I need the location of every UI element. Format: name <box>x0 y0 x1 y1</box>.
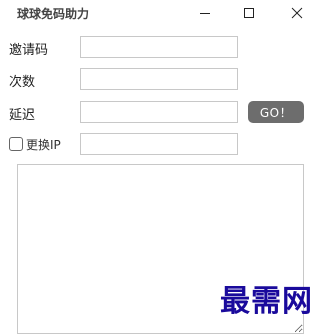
minimize-button[interactable] <box>182 0 228 26</box>
minimize-icon <box>200 13 210 14</box>
count-field[interactable] <box>80 68 238 90</box>
invite-code-field[interactable] <box>80 36 238 58</box>
close-icon <box>291 7 303 19</box>
window-title: 球球免码助力 <box>17 7 90 21</box>
change-ip-checkbox-wrap[interactable]: 更换IP <box>9 135 61 153</box>
delay-label: 延迟 <box>9 108 36 123</box>
count-label: 次数 <box>9 75 36 90</box>
maximize-button[interactable] <box>226 0 272 26</box>
change-ip-checkbox[interactable] <box>9 137 23 151</box>
close-button[interactable] <box>274 0 320 26</box>
title-bar: 球球免码助力 <box>0 0 334 26</box>
invite-code-label: 邀请码 <box>9 43 49 58</box>
change-ip-label: 更换IP <box>26 137 61 152</box>
go-button[interactable]: GO！ <box>248 101 304 123</box>
watermark-text: 最需网 <box>220 284 313 319</box>
ip-field[interactable] <box>80 133 238 155</box>
delay-field[interactable] <box>80 101 238 123</box>
maximize-icon <box>244 8 254 18</box>
